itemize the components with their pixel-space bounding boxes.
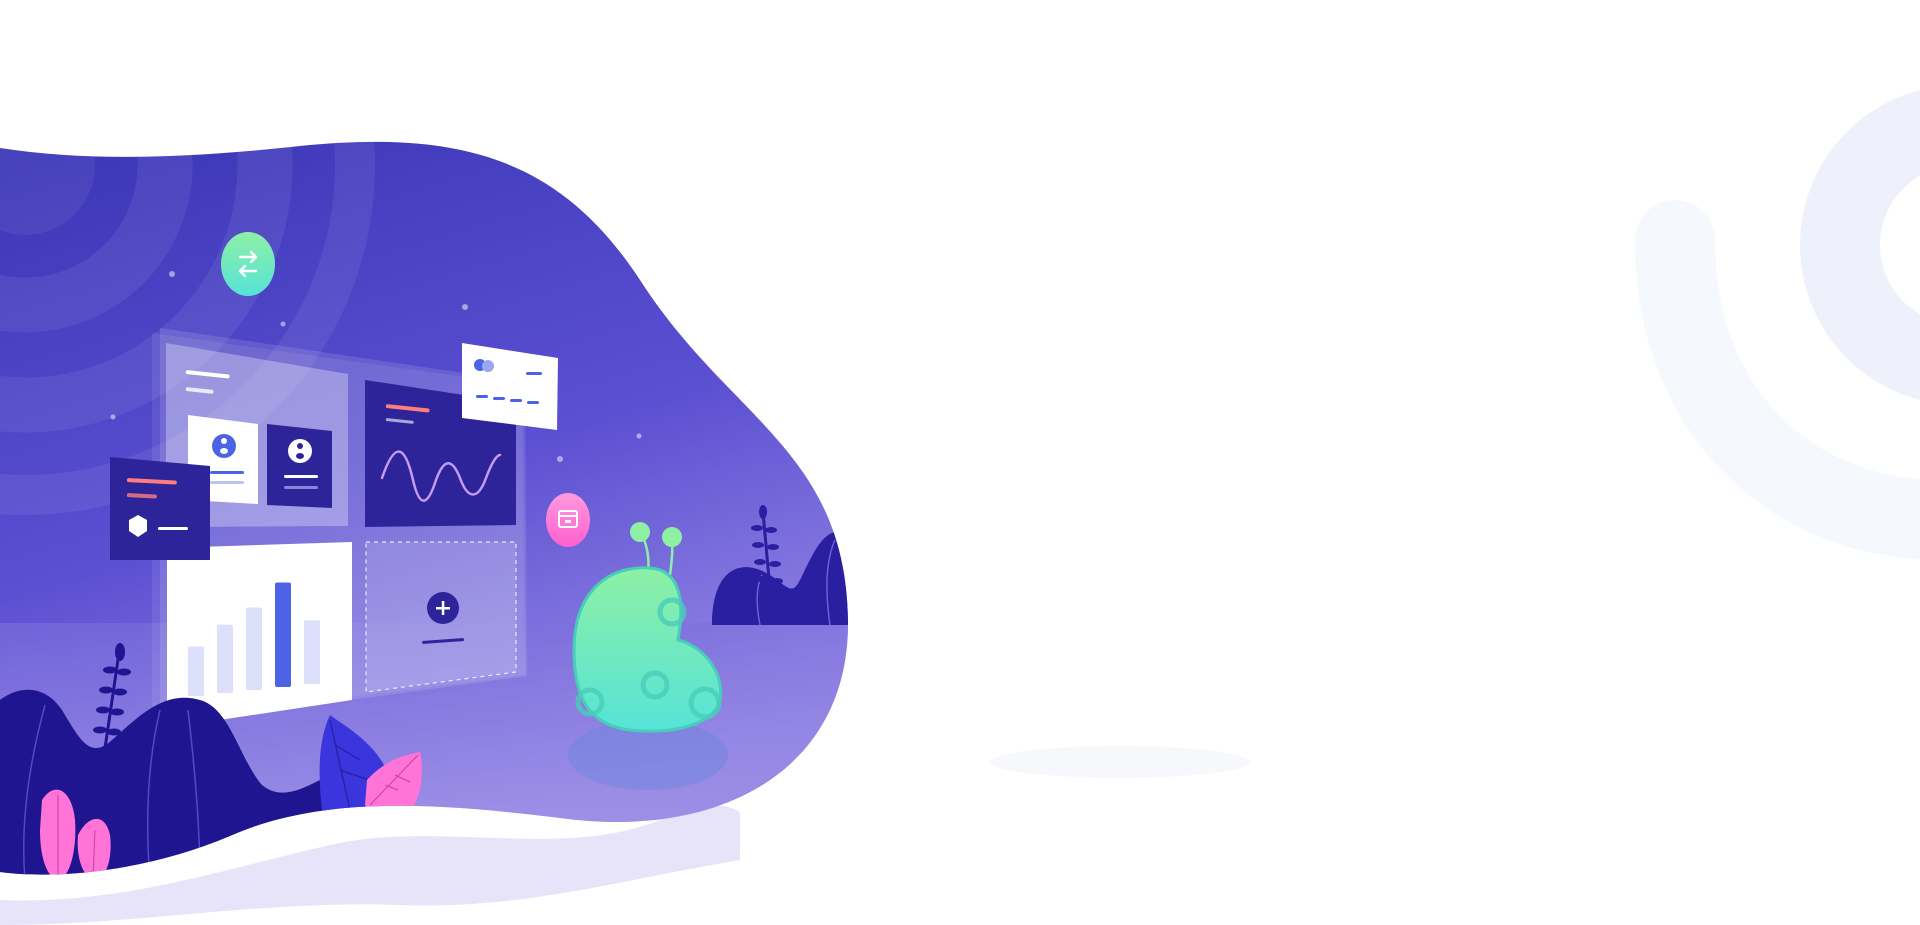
user-avatar-icon <box>212 434 236 458</box>
illustration-bar <box>188 646 204 696</box>
floating-credit-card <box>462 343 558 430</box>
illustration-bar <box>217 624 233 693</box>
soft-shadow <box>990 746 1250 778</box>
hero-illustration <box>0 90 1920 925</box>
swap-badge <box>221 232 275 296</box>
floating-card-dark <box>110 457 210 560</box>
illustration-bar <box>275 582 291 687</box>
illustration-bar <box>304 620 320 684</box>
add-widget-panel <box>365 541 517 693</box>
illustration-bar <box>246 607 262 690</box>
browser-badge <box>546 493 590 547</box>
user-card-dark <box>267 424 332 508</box>
user-avatar-icon <box>288 439 312 463</box>
landing-hero <box>0 0 1920 925</box>
decor-rings-right <box>1635 90 1920 560</box>
